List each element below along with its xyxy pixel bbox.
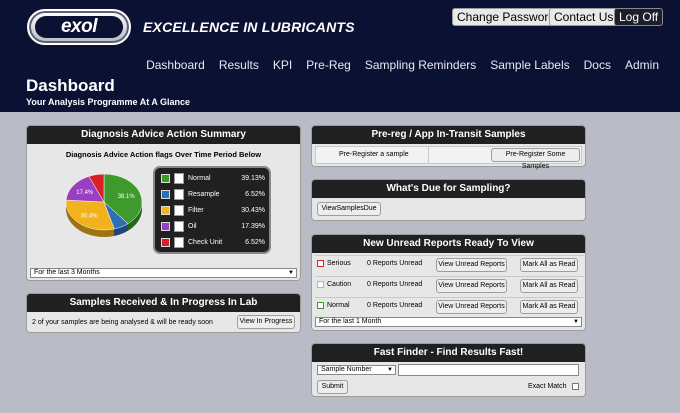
oil-drop-icon: [174, 220, 184, 232]
legend-filter: Filter 30.43%: [161, 204, 265, 216]
reports-period-select[interactable]: For the last 1 Month ▼: [315, 317, 582, 327]
report-row-serious: Serious 0 Reports Unread View Unread Rep…: [315, 255, 584, 273]
diagnosis-period-select[interactable]: For the last 3 Months ▼: [30, 268, 297, 278]
main-nav: Dashboard Results KPI Pre-Reg Sampling R…: [146, 58, 659, 72]
wrench-icon: [174, 236, 184, 248]
finder-heading: Fast Finder - Find Results Fast!: [312, 344, 585, 362]
legend-swatch: [161, 237, 170, 247]
pre-register-button[interactable]: Pre-Register Some Samples: [491, 148, 580, 170]
nav-admin[interactable]: Admin: [625, 58, 659, 72]
normal-checkbox[interactable]: [317, 302, 324, 309]
tagline: EXCELLENCE IN LUBRICANTS: [143, 19, 355, 35]
legend-label: Normal: [188, 174, 211, 182]
report-row-normal: Normal 0 Reports Unread View Unread Repo…: [315, 297, 584, 315]
view-unread-caution-button[interactable]: View Unread Reports: [436, 279, 507, 293]
exact-match-label: Exact Match: [528, 383, 567, 390]
legend-normal: Normal 39.13%: [161, 172, 265, 184]
nav-dashboard[interactable]: Dashboard: [146, 58, 205, 72]
row-count: 0 Reports Unread: [367, 281, 423, 288]
nav-kpi[interactable]: KPI: [273, 58, 292, 72]
caution-checkbox[interactable]: [317, 281, 324, 288]
legend-check-unit: Check Unit 6.52%: [161, 236, 265, 248]
pie-data-label: 38.1%: [118, 194, 136, 200]
samples-heading: Samples Received & In Progress In Lab: [27, 294, 300, 312]
chevron-down-icon: ▼: [387, 367, 393, 373]
reports-heading: New Unread Reports Ready To View: [312, 235, 585, 253]
log-off-button[interactable]: Log Off: [614, 8, 664, 26]
legend-value: 6.52%: [245, 238, 265, 246]
selected-period: For the last 3 Months: [34, 269, 100, 276]
samples-panel: Samples Received & In Progress In Lab 2 …: [27, 294, 300, 332]
pie-chart: 38.1% 30.4% 17.4%: [65, 173, 143, 237]
legend-label: Filter: [188, 206, 204, 214]
chevron-down-icon: ▼: [573, 319, 579, 325]
row-label: Normal: [327, 302, 350, 309]
legend-swatch: [161, 221, 170, 231]
row-label: Serious: [327, 260, 351, 267]
view-in-progress-button[interactable]: View In Progress: [237, 315, 295, 329]
bottle-icon: [174, 188, 184, 200]
row-count: 0 Reports Unread: [367, 302, 423, 309]
report-row-caution: Caution 0 Reports Unread View Unread Rep…: [315, 276, 584, 294]
legend-oil: Oil 17.39%: [161, 220, 265, 232]
header-bar: exol EXCELLENCE IN LUBRICANTS Change Pas…: [0, 0, 680, 112]
row-label: Caution: [327, 281, 352, 288]
chart-title: Diagnosis Advice Action flags Over Time …: [65, 150, 262, 159]
due-panel: What's Due for Sampling? ViewSamplesDue: [312, 180, 585, 220]
selected-search-type: Sample Number: [321, 366, 372, 373]
legend-value: 17.39%: [241, 222, 265, 230]
nav-pre-reg[interactable]: Pre-Reg: [306, 58, 351, 72]
nav-sample-labels[interactable]: Sample Labels: [490, 58, 569, 72]
view-unread-normal-button[interactable]: View Unread Reports: [436, 300, 507, 314]
mark-read-normal-button[interactable]: Mark All as Read: [520, 300, 578, 314]
reports-panel: New Unread Reports Ready To View Serious…: [312, 235, 585, 330]
serious-checkbox[interactable]: [317, 260, 324, 267]
legend-label: Check Unit: [188, 238, 223, 246]
view-unread-serious-button[interactable]: View Unread Reports: [436, 258, 507, 272]
legend-swatch: [161, 189, 170, 199]
prereg-heading: Pre-reg / App In-Transit Samples: [312, 126, 585, 144]
mark-read-serious-button[interactable]: Mark All as Read: [520, 258, 578, 272]
legend-swatch: [161, 173, 170, 183]
legend-value: 30.43%: [241, 206, 265, 214]
search-type-select[interactable]: Sample Number ▼: [317, 365, 396, 375]
legend-swatch: [161, 205, 170, 215]
change-password-button[interactable]: Change Password: [452, 8, 561, 26]
exol-logo: exol: [27, 9, 131, 45]
legend-label: Oil: [188, 222, 197, 230]
page-subtitle: Your Analysis Programme At A Glance: [26, 97, 191, 107]
nav-results[interactable]: Results: [219, 58, 259, 72]
due-heading: What's Due for Sampling?: [312, 180, 585, 198]
fast-finder-panel: Fast Finder - Find Results Fast! Sample …: [312, 344, 585, 396]
check-icon: [174, 172, 184, 184]
legend-resample: Resample 6.52%: [161, 188, 265, 200]
nav-docs[interactable]: Docs: [584, 58, 611, 72]
search-input[interactable]: [398, 364, 579, 376]
divider: [428, 147, 429, 163]
filter-icon: [174, 204, 184, 216]
row-count: 0 Reports Unread: [367, 260, 423, 267]
diagnosis-heading: Diagnosis Advice Action Summary: [27, 126, 300, 144]
legend-value: 39.13%: [241, 174, 265, 182]
diagnosis-panel: Diagnosis Advice Action Summary Diagnosi…: [27, 126, 300, 280]
legend-value: 6.52%: [245, 190, 265, 198]
samples-status-text: 2 of your samples are being analysed & w…: [32, 319, 213, 326]
prereg-panel: Pre-reg / App In-Transit Samples Pre-Reg…: [312, 126, 585, 170]
contact-us-button[interactable]: Contact Us: [549, 8, 619, 26]
pie-data-label: 17.4%: [76, 190, 94, 196]
page-title: Dashboard: [26, 76, 115, 95]
logo-text: exol: [35, 16, 123, 38]
legend-label: Resample: [188, 190, 220, 198]
prereg-text: Pre-Register a sample: [339, 151, 409, 158]
submit-button[interactable]: Submit: [317, 380, 348, 394]
nav-sampling-reminders[interactable]: Sampling Reminders: [365, 58, 476, 72]
chart-legend: Normal 39.13% Resample 6.52% Filter 30.4…: [155, 168, 269, 252]
exact-match-checkbox[interactable]: [572, 383, 579, 390]
pie-data-label: 30.4%: [81, 213, 99, 219]
selected-period: For the last 1 Month: [319, 318, 382, 325]
mark-read-caution-button[interactable]: Mark All as Read: [520, 279, 578, 293]
view-samples-due-button[interactable]: ViewSamplesDue: [317, 202, 381, 216]
chevron-down-icon: ▼: [288, 270, 294, 276]
